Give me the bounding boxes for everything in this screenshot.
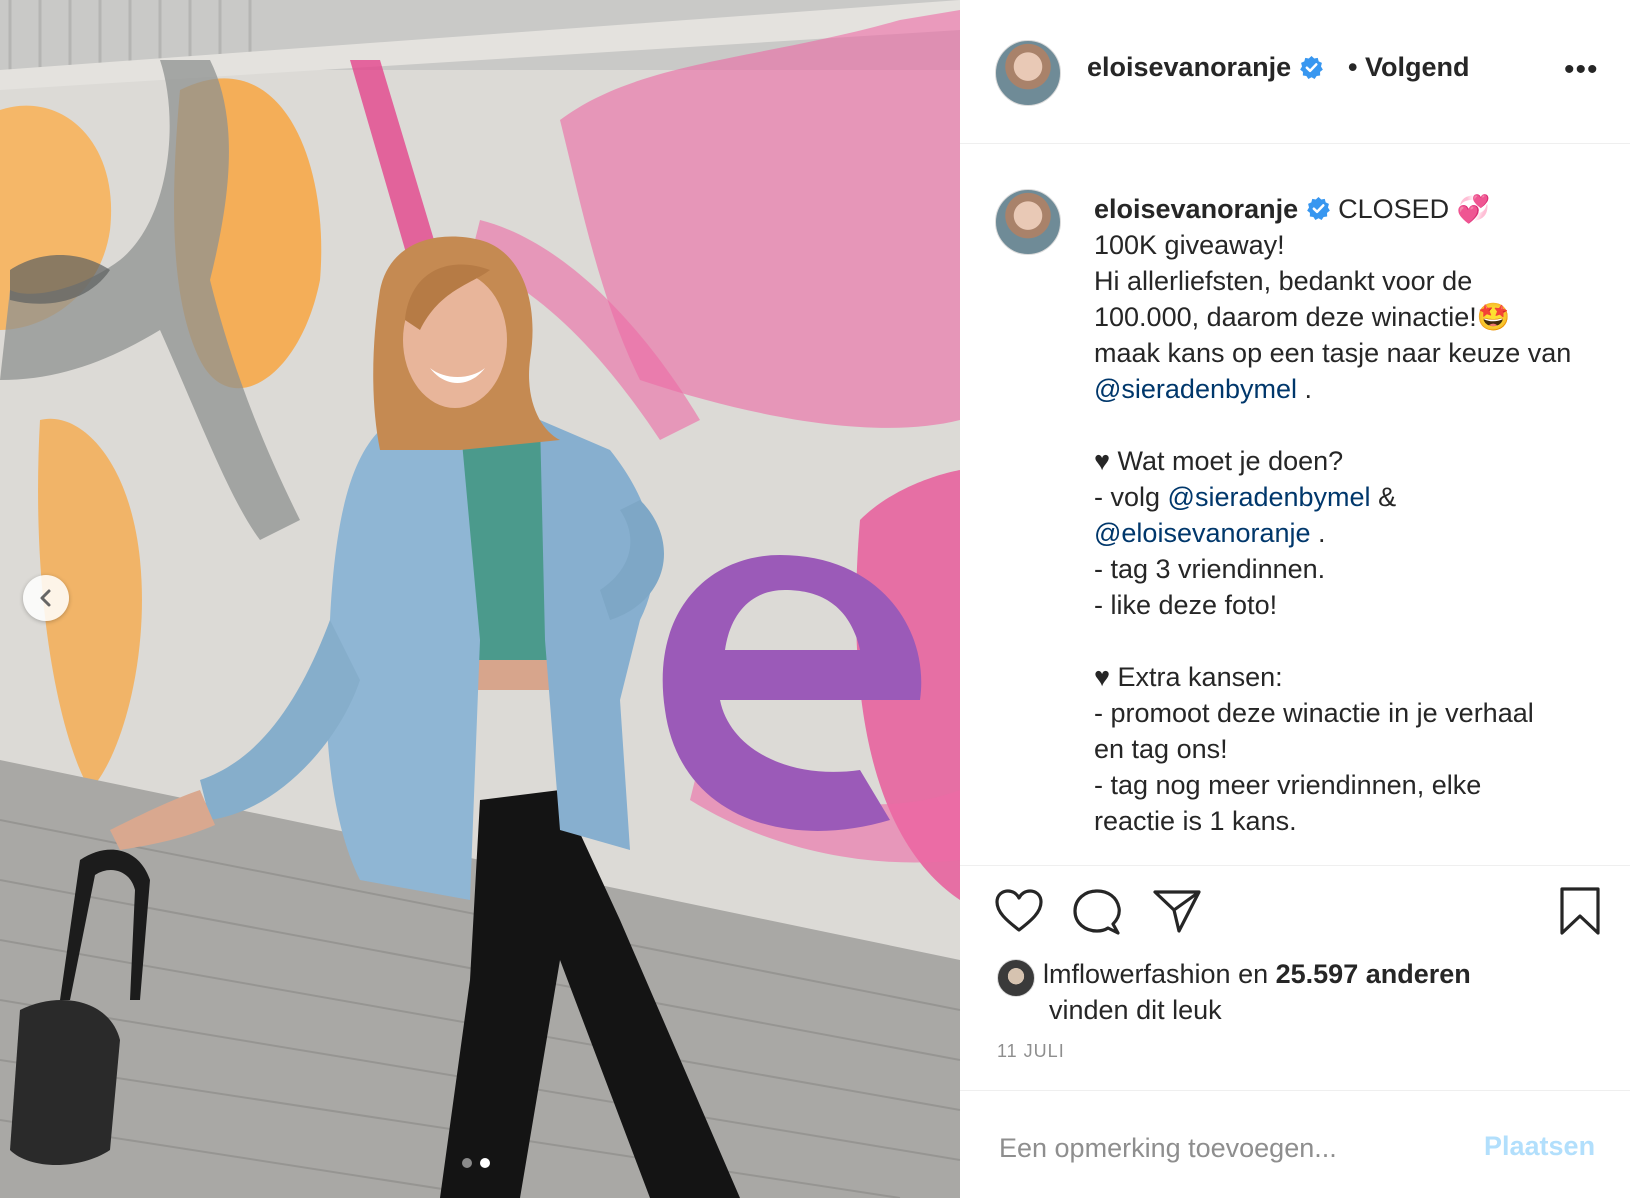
caption-text-segment: CLOSED 💞: [1338, 194, 1491, 224]
caption-line: maak kans op een tasje naar keuze van: [1094, 338, 1572, 368]
carousel-dot: [462, 1158, 472, 1168]
post-actions: lmflowerfashion en 25.597 anderen vinden…: [960, 865, 1630, 1061]
bookmark-icon[interactable]: [1558, 886, 1602, 936]
carousel-previous-button[interactable]: [23, 575, 69, 621]
avatar[interactable]: [995, 189, 1061, 255]
caption-line: 100.000, daarom deze winactie!🤩: [1094, 302, 1511, 332]
avatar[interactable]: [995, 40, 1061, 106]
caption-text: eloisevanoranje CLOSED 💞 100K giveaway! …: [1094, 191, 1604, 839]
post-caption: eloisevanoranje CLOSED 💞 100K giveaway! …: [960, 143, 1630, 865]
caption-text-segment: &: [1370, 482, 1397, 512]
header-username[interactable]: eloisevanoranje: [1087, 52, 1291, 83]
following-button[interactable]: • Volgend: [1348, 52, 1469, 83]
post-photo[interactable]: [0, 0, 960, 1198]
mention-link[interactable]: @eloisevanoranje: [1094, 518, 1311, 548]
caption-line: - tag nog meer vriendinnen, elke: [1094, 770, 1482, 800]
caption-line: Hi allerliefsten, bedankt voor de: [1094, 266, 1473, 296]
caption-line: - volg @sieradenbymel &: [1094, 479, 1604, 515]
verified-badge-icon: [1306, 197, 1330, 220]
caption-line: - like deze foto!: [1094, 590, 1278, 620]
caption-line: reactie is 1 kans.: [1094, 806, 1297, 836]
caption-text-segment: .: [1297, 374, 1313, 404]
caption-line: - promoot deze winactie in je verhaal: [1094, 698, 1534, 728]
post-date[interactable]: 11 JULI: [997, 1041, 1065, 1062]
likes-connector: en: [1230, 959, 1276, 989]
mention-link[interactable]: @sieradenbymel: [1168, 482, 1371, 512]
header-username-group: eloisevanoranje: [1087, 52, 1324, 83]
caption-line: eloisevanoranje CLOSED 💞: [1094, 191, 1604, 227]
post-header: eloisevanoranje • Volgend •••: [960, 0, 1630, 144]
heart-icon[interactable]: [994, 888, 1044, 934]
likes-summary: lmflowerfashion en 25.597 anderen vinden…: [997, 956, 1471, 1028]
comment-input[interactable]: [997, 1127, 1471, 1169]
comment-icon[interactable]: [1072, 888, 1122, 936]
comment-bar: Plaatsen: [960, 1090, 1630, 1199]
carousel-dot-active: [480, 1158, 490, 1168]
caption-line: @sieradenbymel .: [1094, 371, 1604, 407]
caption-username[interactable]: eloisevanoranje: [1094, 194, 1298, 224]
likes-count[interactable]: 25.597 anderen: [1276, 959, 1471, 989]
photo-image: [0, 0, 960, 1198]
post-side-panel: eloisevanoranje • Volgend ••• eloisevano…: [960, 0, 1630, 1198]
caption-line: ♥ Wat moet je doen?: [1094, 446, 1344, 476]
caption-text-segment: .: [1310, 518, 1326, 548]
mention-link[interactable]: @sieradenbymel: [1094, 374, 1297, 404]
caption-line: - tag 3 vriendinnen.: [1094, 554, 1326, 584]
post-comment-button[interactable]: Plaatsen: [1484, 1131, 1595, 1162]
caption-line: en tag ons!: [1094, 734, 1228, 764]
carousel-indicator: [462, 1158, 490, 1168]
caption-line: 100K giveaway!: [1094, 230, 1285, 260]
chevron-left-icon: [40, 589, 51, 607]
caption-text-segment: - volg: [1094, 482, 1161, 512]
caption-line: ♥ Extra kansen:: [1094, 662, 1283, 692]
verified-badge-icon: [1300, 56, 1323, 79]
share-icon[interactable]: [1152, 888, 1202, 934]
more-options-icon[interactable]: •••: [1564, 55, 1599, 85]
caption-line: @eloisevanoranje .: [1094, 515, 1604, 551]
liker-username[interactable]: lmflowerfashion: [1043, 959, 1231, 989]
likes-suffix: vinden dit leuk: [1049, 995, 1222, 1025]
